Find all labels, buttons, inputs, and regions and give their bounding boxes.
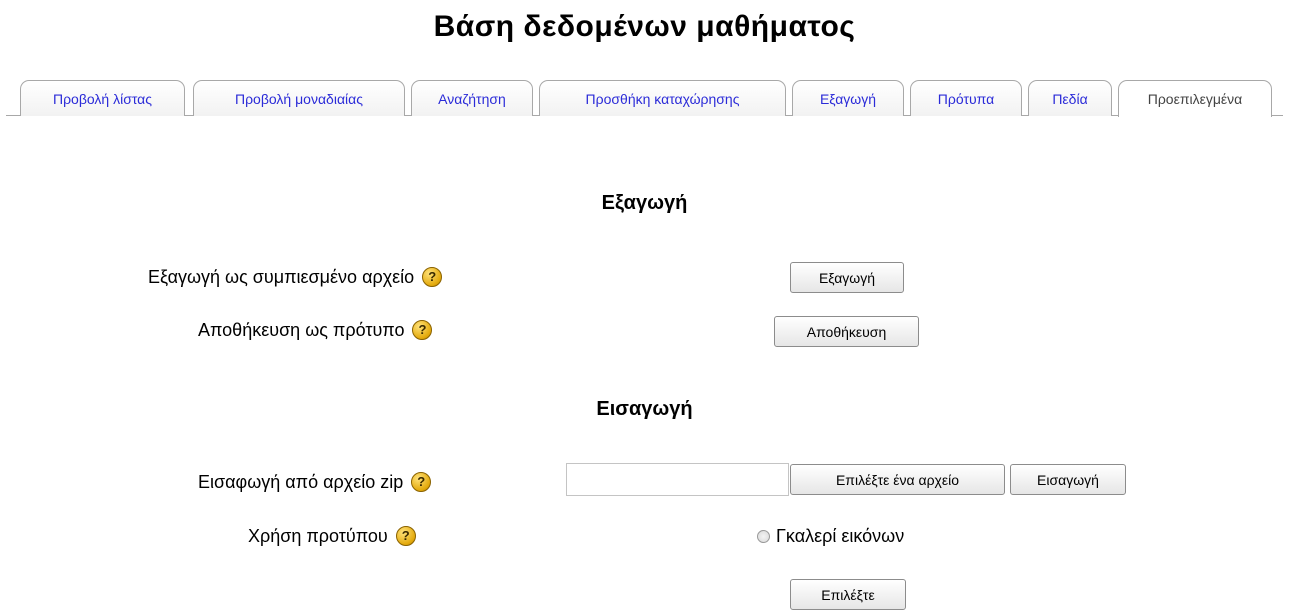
save-template-row: Αποθήκευση ως πρότυπο ? — [198, 318, 433, 342]
page: Βάση δεδομένων μαθήματος Προβολή λίστας … — [0, 0, 1289, 610]
tab-single-view[interactable]: Προβολή μοναδιαίας — [193, 80, 405, 116]
save-template-label: Αποθήκευση ως πρότυπο — [198, 319, 405, 340]
use-template-row: Χρήση προτύπου ? — [248, 524, 416, 548]
choose-file-button[interactable]: Επιλέξτε ένα αρχείο — [790, 464, 1005, 495]
gallery-radio-label: Γκαλερί εικόνων — [776, 525, 905, 546]
question-mark-icon[interactable]: ? — [395, 526, 416, 546]
question-mark-icon[interactable]: ? — [412, 320, 433, 340]
save-button[interactable]: Αποθήκευση — [774, 316, 919, 347]
tab-presets[interactable]: Προεπιλεγμένα — [1118, 80, 1272, 117]
import-zip-label: Εισαφωγή από αρχείο zip — [198, 471, 404, 492]
gallery-radio-option[interactable]: Γκαλερί εικόνων — [757, 524, 904, 548]
select-button[interactable]: Επιλέξτε — [790, 579, 906, 610]
tab-bar: Προβολή λίστας Προβολή μοναδιαίας Αναζήτ… — [0, 80, 1289, 117]
question-mark-icon[interactable]: ? — [422, 267, 443, 287]
tab-list-view[interactable]: Προβολή λίστας — [20, 80, 185, 116]
file-path-input[interactable] — [566, 463, 789, 496]
use-template-label: Χρήση προτύπου — [248, 525, 388, 546]
tab-export[interactable]: Εξαγωγή — [792, 80, 904, 116]
import-button[interactable]: Εισαγωγή — [1010, 464, 1126, 495]
import-heading: Εισαγωγή — [596, 398, 693, 420]
tab-templates[interactable]: Πρότυπα — [910, 80, 1022, 116]
tab-add-entry[interactable]: Προσθήκη καταχώρησης — [539, 80, 786, 116]
export-heading: Εξαγωγή — [601, 192, 688, 214]
question-mark-icon[interactable]: ? — [411, 472, 432, 492]
tab-fields[interactable]: Πεδία — [1028, 80, 1112, 116]
page-title: Βάση δεδομένων μαθήματος — [433, 10, 856, 43]
export-zip-label: Εξαγωγή ως συμπιεσμένο αρχείο — [148, 266, 415, 287]
import-zip-row: Εισαφωγή από αρχείο zip ? — [198, 470, 432, 494]
tab-search[interactable]: Αναζήτηση — [411, 80, 533, 116]
radio-button[interactable] — [757, 529, 770, 543]
export-button[interactable]: Εξαγωγή — [790, 262, 904, 293]
export-zip-row: Εξαγωγή ως συμπιεσμένο αρχείο ? — [148, 265, 443, 289]
